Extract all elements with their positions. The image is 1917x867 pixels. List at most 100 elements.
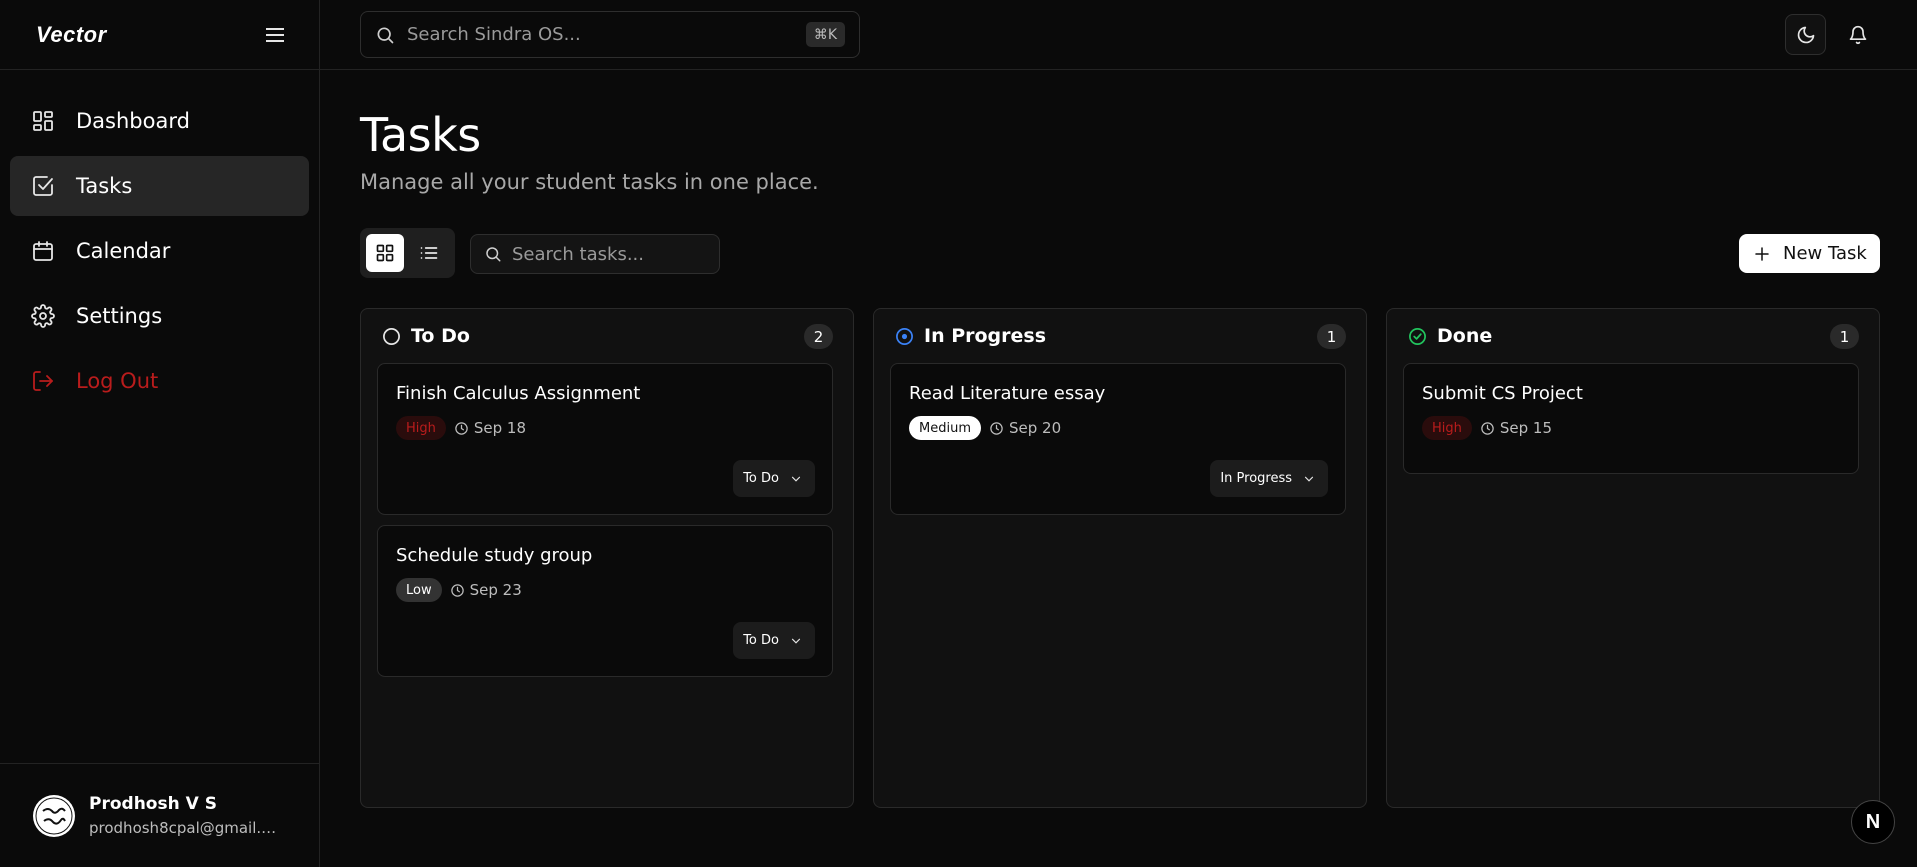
hamburger-menu-button[interactable] [263, 23, 287, 47]
list-icon [419, 243, 439, 263]
search-icon [375, 25, 395, 45]
user-info: Prodhosh V S prodhosh8cpal@gmail.com [89, 794, 279, 837]
brand-logo: Vector [36, 21, 107, 47]
task-meta: High Sep 18 [396, 416, 814, 440]
avatar [33, 794, 75, 837]
priority-badge: High [1422, 416, 1472, 440]
sidebar-item-label: Tasks [76, 174, 133, 198]
chevron-down-icon [789, 634, 803, 648]
search-icon [484, 245, 502, 263]
circle-icon [382, 327, 401, 346]
column-title: Done [1437, 325, 1493, 347]
new-task-button[interactable]: New Task [1739, 234, 1880, 273]
chevron-down-icon [789, 472, 803, 486]
due-date-text: Sep 18 [473, 419, 527, 437]
sidebar-item-label: Dashboard [76, 109, 190, 133]
sidebar-item-logout[interactable]: Log Out [10, 351, 309, 411]
user-email: prodhosh8cpal@gmail.com [89, 819, 279, 837]
task-title: Finish Calculus Assignment [396, 383, 641, 404]
avatar-image-icon [35, 797, 73, 835]
task-title: Schedule study group [396, 545, 593, 566]
column-header: To Do 2 [361, 309, 853, 363]
logout-icon [30, 368, 56, 394]
clock-icon [1480, 421, 1495, 436]
status-dropdown[interactable]: To Do [733, 622, 815, 659]
count-badge: 1 [1317, 324, 1346, 349]
count-badge: 1 [1830, 324, 1859, 349]
bell-icon [1848, 25, 1868, 45]
status-dropdown[interactable]: In Progress [1210, 460, 1328, 497]
column-in-progress: In Progress 1 Read Literature essay Medi… [873, 308, 1367, 808]
theme-toggle-button[interactable] [1785, 14, 1826, 55]
gear-icon [30, 303, 56, 329]
clock-icon [450, 583, 465, 598]
task-search-input[interactable] [512, 243, 712, 265]
page-subtitle: Manage all your student tasks in one pla… [360, 170, 819, 194]
global-search-input[interactable] [407, 24, 787, 45]
due-date-text: Sep 23 [469, 581, 522, 599]
brand-row: Vector [0, 0, 319, 70]
global-search[interactable]: ⌘K [360, 11, 860, 58]
sidebar-item-tasks[interactable]: Tasks [10, 156, 309, 216]
priority-badge: Low [396, 578, 442, 602]
due-date: Sep 20 [989, 419, 1061, 437]
task-meta: Medium Sep 20 [909, 416, 1327, 440]
priority-badge: High [396, 416, 446, 440]
column-done: Done 1 Submit CS Project High Sep 15 [1386, 308, 1880, 808]
sidebar-item-label: Settings [76, 304, 163, 328]
chevron-down-icon [1302, 472, 1316, 486]
status-value: In Progress [1220, 471, 1292, 486]
due-date: Sep 15 [1480, 419, 1552, 437]
board-view-button[interactable] [366, 234, 404, 272]
task-card[interactable]: Read Literature essay Medium Sep 20 In P… [890, 363, 1346, 515]
clock-icon [989, 421, 1004, 436]
due-date: Sep 23 [450, 581, 522, 599]
task-card[interactable]: Schedule study group Low Sep 23 To Do [377, 525, 833, 677]
sidebar-nav: Dashboard Tasks Calendar Settings Log Ou… [0, 70, 319, 411]
new-task-label: New Task [1783, 243, 1867, 264]
sidebar-item-label: Calendar [76, 239, 171, 263]
menu-icon [266, 27, 284, 43]
calendar-icon [30, 238, 56, 264]
sidebar: Vector Dashboard Tasks Calendar Settings… [0, 0, 320, 867]
due-date: Sep 18 [454, 419, 526, 437]
count-badge: 2 [804, 324, 833, 349]
view-toggle [360, 228, 455, 278]
page-title: Tasks [360, 108, 481, 162]
task-card[interactable]: Submit CS Project High Sep 15 [1403, 363, 1859, 474]
sidebar-item-dashboard[interactable]: Dashboard [10, 91, 309, 151]
due-date-text: Sep 15 [1499, 419, 1553, 437]
notifications-button[interactable] [1840, 17, 1876, 53]
check-circle-icon [1408, 327, 1427, 346]
due-date-text: Sep 20 [1008, 419, 1062, 437]
column-title: In Progress [924, 325, 1047, 347]
keyboard-shortcut-badge: ⌘K [805, 22, 845, 47]
top-bar: ⌘K [320, 0, 1917, 70]
sidebar-item-label: Log Out [76, 369, 159, 393]
user-profile[interactable]: Prodhosh V S prodhosh8cpal@gmail.com [0, 763, 320, 867]
priority-badge: Medium [909, 416, 981, 440]
dev-tools-badge[interactable]: N [1851, 800, 1895, 844]
plus-icon [1753, 245, 1771, 263]
tasks-icon [30, 173, 56, 199]
dashboard-icon [30, 108, 56, 134]
status-dropdown[interactable]: To Do [733, 460, 815, 497]
task-search[interactable] [470, 234, 720, 274]
sidebar-item-settings[interactable]: Settings [10, 286, 309, 346]
status-value: To Do [743, 471, 779, 486]
task-meta: Low Sep 23 [396, 578, 814, 602]
moon-icon [1796, 25, 1816, 45]
sidebar-item-calendar[interactable]: Calendar [10, 221, 309, 281]
in-progress-icon [895, 327, 914, 346]
task-card[interactable]: Finish Calculus Assignment High Sep 18 T… [377, 363, 833, 515]
column-header: Done 1 [1387, 309, 1879, 363]
task-meta: High Sep 15 [1422, 416, 1840, 440]
clock-icon [454, 421, 469, 436]
task-title: Submit CS Project [1422, 383, 1583, 404]
status-value: To Do [743, 633, 779, 648]
column-header: In Progress 1 [874, 309, 1366, 363]
task-title: Read Literature essay [909, 383, 1106, 404]
list-view-button[interactable] [410, 234, 448, 272]
column-todo: To Do 2 Finish Calculus Assignment High … [360, 308, 854, 808]
grid-icon [375, 243, 395, 263]
